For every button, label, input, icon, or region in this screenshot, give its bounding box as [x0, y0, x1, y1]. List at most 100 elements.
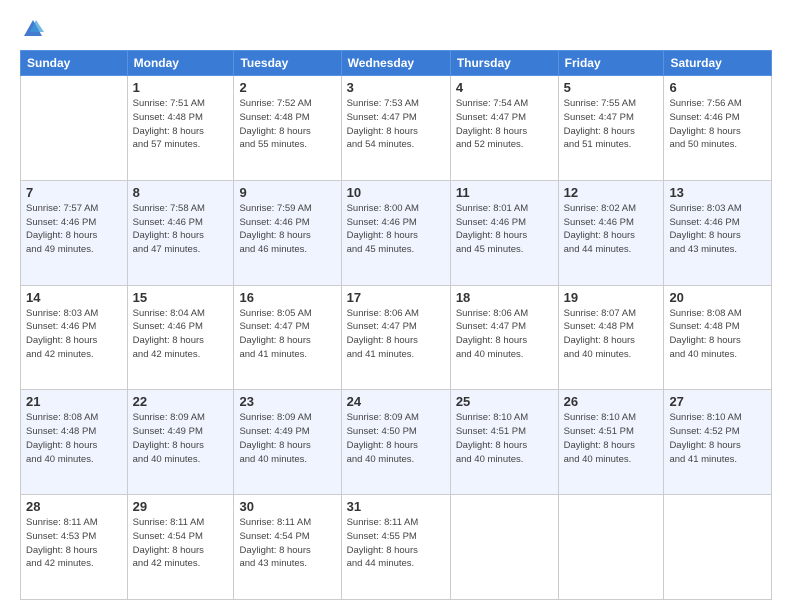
day-number: 24 [347, 394, 445, 409]
calendar-cell: 26Sunrise: 8:10 AMSunset: 4:51 PMDayligh… [558, 390, 664, 495]
weekday-header-tuesday: Tuesday [234, 51, 341, 76]
day-info: Sunrise: 7:56 AMSunset: 4:46 PMDaylight:… [669, 97, 766, 152]
calendar-cell: 12 Sunrise: 8:02 AMSunset: 4:46 PMDayligh… [558, 180, 664, 285]
day-number: 21 [26, 394, 122, 409]
day-info: Sunrise: 8:11 AMSunset: 4:54 PMDaylight:… [133, 516, 229, 571]
logo-icon [22, 18, 44, 40]
calendar-cell: 13 Sunrise: 8:03 AMSunset: 4:46 PMDayligh… [664, 180, 772, 285]
calendar-cell: 4Sunrise: 7:54 AMSunset: 4:47 PMDaylight… [450, 76, 558, 181]
day-number: 1 [133, 80, 229, 95]
day-number: 28 [26, 499, 122, 514]
day-number: 31 [347, 499, 445, 514]
day-info: Sunrise: 8:09 AMSunset: 4:49 PMDaylight:… [239, 411, 335, 466]
day-number: 9 [239, 185, 335, 200]
day-number: 5 [564, 80, 659, 95]
day-info: Sunrise: 7:51 AMSunset: 4:48 PMDaylight:… [133, 97, 229, 152]
calendar-cell: 6 Sunrise: 7:56 AMSunset: 4:46 PMDaylight… [664, 76, 772, 181]
day-info: Sunrise: 8:08 AMSunset: 4:48 PMDaylight:… [669, 307, 766, 362]
logo [20, 18, 44, 40]
day-number: 18 [456, 290, 553, 305]
day-number: 17 [347, 290, 445, 305]
day-info: Sunrise: 8:06 AMSunset: 4:47 PMDaylight:… [456, 307, 553, 362]
day-number: 14 [26, 290, 122, 305]
calendar-cell: 2 Sunrise: 7:52 AMSunset: 4:48 PMDaylight… [234, 76, 341, 181]
calendar-cell: 10Sunrise: 8:00 AMSunset: 4:46 PMDayligh… [341, 180, 450, 285]
day-number: 8 [133, 185, 229, 200]
day-info: Sunrise: 7:52 AMSunset: 4:48 PMDaylight:… [239, 97, 335, 152]
day-info: Sunrise: 8:05 AMSunset: 4:47 PMDaylight:… [239, 307, 335, 362]
calendar-cell: 17 Sunrise: 8:06 AMSunset: 4:47 PMDayligh… [341, 285, 450, 390]
calendar-cell: 29 Sunrise: 8:11 AMSunset: 4:54 PMDayligh… [127, 495, 234, 600]
calendar-cell: 1 Sunrise: 7:51 AMSunset: 4:48 PMDaylight… [127, 76, 234, 181]
day-info: Sunrise: 8:11 AMSunset: 4:53 PMDaylight:… [26, 516, 122, 571]
calendar-cell [664, 495, 772, 600]
calendar-week-row: 7 Sunrise: 7:57 AMSunset: 4:46 PMDaylight… [21, 180, 772, 285]
day-info: Sunrise: 8:03 AMSunset: 4:46 PMDaylight:… [669, 202, 766, 257]
day-number: 26 [564, 394, 659, 409]
calendar-cell: 23 Sunrise: 8:09 AMSunset: 4:49 PMDayligh… [234, 390, 341, 495]
calendar-cell: 8 Sunrise: 7:58 AMSunset: 4:46 PMDaylight… [127, 180, 234, 285]
day-info: Sunrise: 7:54 AMSunset: 4:47 PMDaylight:… [456, 97, 553, 152]
calendar-cell: 14 Sunrise: 8:03 AMSunset: 4:46 PMDayligh… [21, 285, 128, 390]
day-number: 29 [133, 499, 229, 514]
day-number: 23 [239, 394, 335, 409]
day-info: Sunrise: 7:58 AMSunset: 4:46 PMDaylight:… [133, 202, 229, 257]
calendar-cell [450, 495, 558, 600]
day-info: Sunrise: 8:07 AMSunset: 4:48 PMDaylight:… [564, 307, 659, 362]
calendar-cell: 7 Sunrise: 7:57 AMSunset: 4:46 PMDaylight… [21, 180, 128, 285]
calendar-week-row: 21 Sunrise: 8:08 AMSunset: 4:48 PMDayligh… [21, 390, 772, 495]
day-number: 12 [564, 185, 659, 200]
calendar-cell: 21 Sunrise: 8:08 AMSunset: 4:48 PMDayligh… [21, 390, 128, 495]
calendar-cell: 24 Sunrise: 8:09 AMSunset: 4:50 PMDayligh… [341, 390, 450, 495]
day-number: 30 [239, 499, 335, 514]
weekday-header-saturday: Saturday [664, 51, 772, 76]
day-number: 25 [456, 394, 553, 409]
day-number: 15 [133, 290, 229, 305]
day-number: 6 [669, 80, 766, 95]
calendar-cell: 25Sunrise: 8:10 AMSunset: 4:51 PMDayligh… [450, 390, 558, 495]
day-info: Sunrise: 7:53 AMSunset: 4:47 PMDaylight:… [347, 97, 445, 152]
day-info: Sunrise: 7:57 AMSunset: 4:46 PMDaylight:… [26, 202, 122, 257]
day-info: Sunrise: 8:01 AMSunset: 4:46 PMDaylight:… [456, 202, 553, 257]
weekday-header-row: SundayMondayTuesdayWednesdayThursdayFrid… [21, 51, 772, 76]
calendar-cell: 28 Sunrise: 8:11 AMSunset: 4:53 PMDayligh… [21, 495, 128, 600]
day-info: Sunrise: 8:08 AMSunset: 4:48 PMDaylight:… [26, 411, 122, 466]
day-number: 27 [669, 394, 766, 409]
day-info: Sunrise: 7:59 AMSunset: 4:46 PMDaylight:… [239, 202, 335, 257]
day-number: 13 [669, 185, 766, 200]
day-info: Sunrise: 8:09 AMSunset: 4:50 PMDaylight:… [347, 411, 445, 466]
calendar-cell: 9 Sunrise: 7:59 AMSunset: 4:46 PMDaylight… [234, 180, 341, 285]
day-number: 19 [564, 290, 659, 305]
calendar-week-row: 14 Sunrise: 8:03 AMSunset: 4:46 PMDayligh… [21, 285, 772, 390]
weekday-header-friday: Friday [558, 51, 664, 76]
calendar-cell: 30 Sunrise: 8:11 AMSunset: 4:54 PMDayligh… [234, 495, 341, 600]
page-header [20, 18, 772, 40]
day-number: 3 [347, 80, 445, 95]
day-info: Sunrise: 8:09 AMSunset: 4:49 PMDaylight:… [133, 411, 229, 466]
day-info: Sunrise: 8:03 AMSunset: 4:46 PMDaylight:… [26, 307, 122, 362]
calendar-cell: 27 Sunrise: 8:10 AMSunset: 4:52 PMDayligh… [664, 390, 772, 495]
calendar-cell: 19 Sunrise: 8:07 AMSunset: 4:48 PMDayligh… [558, 285, 664, 390]
day-info: Sunrise: 8:06 AMSunset: 4:47 PMDaylight:… [347, 307, 445, 362]
day-info: Sunrise: 8:11 AMSunset: 4:54 PMDaylight:… [239, 516, 335, 571]
calendar-cell: 3 Sunrise: 7:53 AMSunset: 4:47 PMDaylight… [341, 76, 450, 181]
day-number: 11 [456, 185, 553, 200]
calendar-cell: 31 Sunrise: 8:11 AMSunset: 4:55 PMDayligh… [341, 495, 450, 600]
day-info: Sunrise: 8:10 AMSunset: 4:52 PMDaylight:… [669, 411, 766, 466]
day-info: Sunrise: 8:11 AMSunset: 4:55 PMDaylight:… [347, 516, 445, 571]
weekday-header-sunday: Sunday [21, 51, 128, 76]
calendar-cell: 16 Sunrise: 8:05 AMSunset: 4:47 PMDayligh… [234, 285, 341, 390]
day-number: 16 [239, 290, 335, 305]
calendar-week-row: 28 Sunrise: 8:11 AMSunset: 4:53 PMDayligh… [21, 495, 772, 600]
calendar-cell: 20Sunrise: 8:08 AMSunset: 4:48 PMDayligh… [664, 285, 772, 390]
calendar-cell [21, 76, 128, 181]
day-info: Sunrise: 8:02 AMSunset: 4:46 PMDaylight:… [564, 202, 659, 257]
weekday-header-wednesday: Wednesday [341, 51, 450, 76]
day-number: 22 [133, 394, 229, 409]
calendar-week-row: 1 Sunrise: 7:51 AMSunset: 4:48 PMDaylight… [21, 76, 772, 181]
calendar-cell: 18 Sunrise: 8:06 AMSunset: 4:47 PMDayligh… [450, 285, 558, 390]
weekday-header-thursday: Thursday [450, 51, 558, 76]
day-number: 7 [26, 185, 122, 200]
day-number: 2 [239, 80, 335, 95]
calendar-table: SundayMondayTuesdayWednesdayThursdayFrid… [20, 50, 772, 600]
